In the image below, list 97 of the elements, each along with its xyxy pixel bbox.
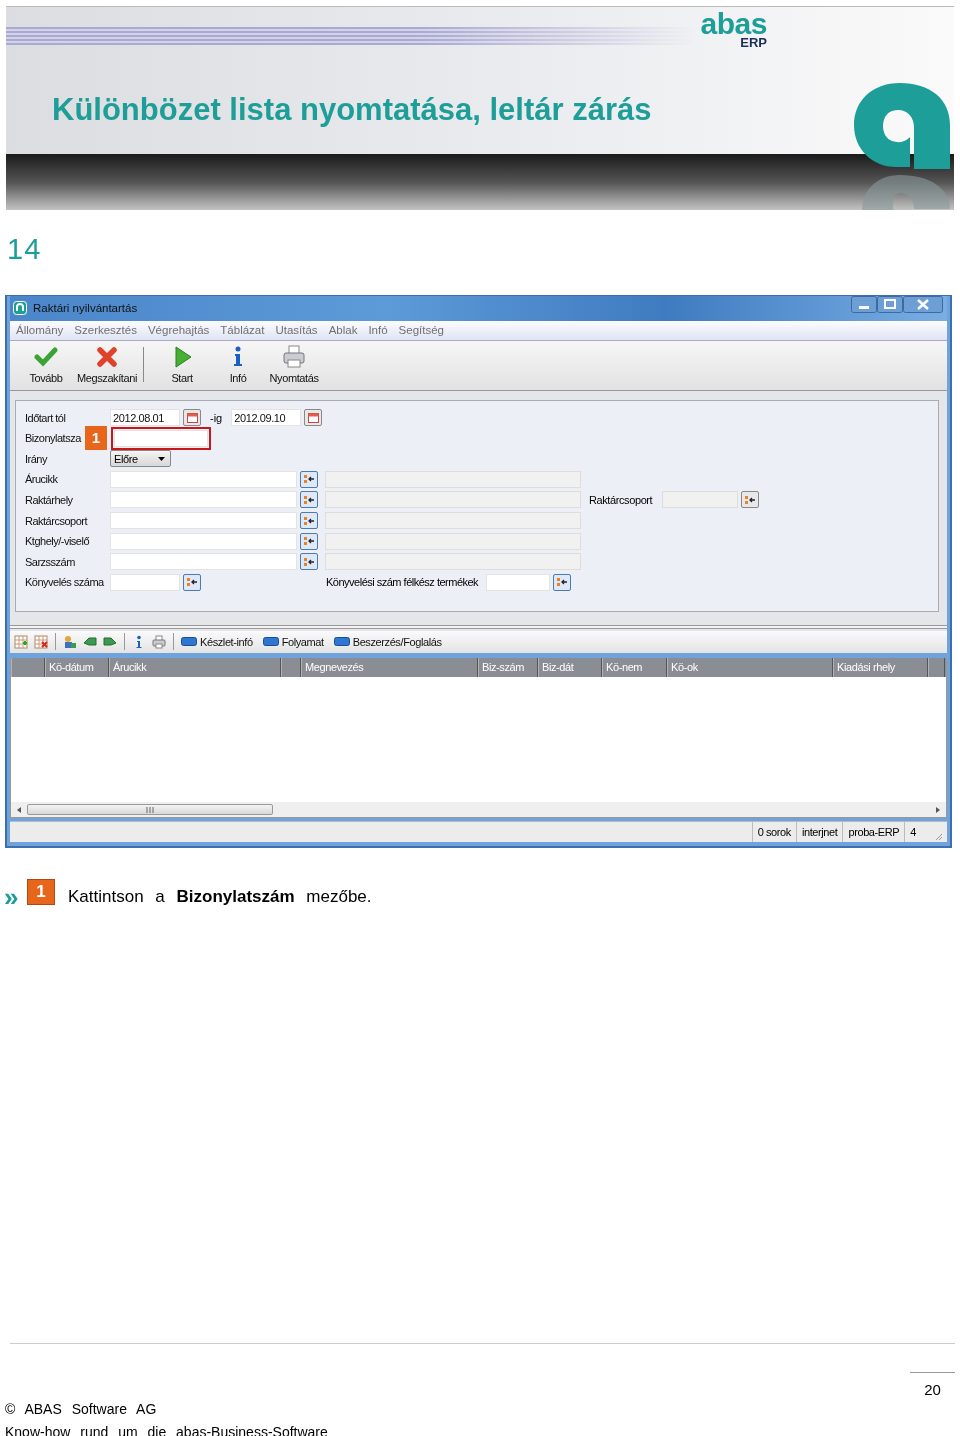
status-cell: 0 sorok bbox=[751, 822, 796, 842]
lookup-button[interactable] bbox=[553, 573, 572, 591]
list-icon bbox=[303, 515, 315, 526]
text-field[interactable] bbox=[110, 512, 297, 530]
field-label: Könyvelési szám félkész termékek bbox=[326, 576, 479, 589]
status-cell: 4 bbox=[904, 822, 921, 842]
check-icon bbox=[34, 344, 58, 369]
field-label: Ktghely/-viselő bbox=[25, 535, 90, 548]
resize-grip-icon bbox=[933, 831, 943, 841]
lookup-button[interactable] bbox=[300, 470, 318, 488]
toolbar-button[interactable]: Készlet-infó bbox=[181, 635, 253, 648]
window-title: Raktári nyilvántartás bbox=[33, 302, 138, 315]
list-icon bbox=[556, 577, 568, 588]
field-label: Bizonylatsza bbox=[25, 432, 81, 445]
toolbar-button[interactable]: Infó bbox=[210, 340, 266, 391]
minimize-button[interactable] bbox=[851, 296, 877, 313]
cross-icon bbox=[95, 344, 119, 369]
menu-item[interactable]: Végrehajtás bbox=[147, 324, 210, 337]
field-label: Könyvelés száma bbox=[25, 576, 104, 589]
grip-icon bbox=[146, 806, 154, 813]
field-label: Raktárcsoport bbox=[589, 493, 653, 506]
menu-item[interactable]: Infó bbox=[368, 324, 388, 337]
field-label: Időtart tól bbox=[25, 411, 66, 424]
field-label: Raktárcsoport bbox=[25, 514, 87, 527]
calendar-icon bbox=[307, 412, 319, 423]
page-number: 20 bbox=[910, 1372, 955, 1398]
button-icon bbox=[181, 637, 197, 647]
text-field[interactable] bbox=[110, 573, 180, 591]
calendar-icon bbox=[186, 412, 198, 423]
list-icon bbox=[303, 494, 315, 505]
section-number: 14 bbox=[7, 232, 43, 266]
status-cell: proba-ERP bbox=[842, 822, 905, 842]
list-icon bbox=[303, 536, 315, 547]
printer-icon bbox=[282, 344, 306, 369]
printer-icon[interactable] bbox=[152, 634, 166, 649]
step-badge: 1 bbox=[27, 879, 55, 905]
lookup-button[interactable] bbox=[183, 573, 201, 591]
button-icon bbox=[262, 637, 279, 647]
toolbar-button[interactable]: Tovább bbox=[18, 340, 74, 391]
right-arrow-icon[interactable] bbox=[934, 805, 942, 814]
menu-item[interactable]: Szerkesztés bbox=[74, 324, 137, 337]
logo: abas ERP bbox=[699, 9, 767, 49]
lookup-button[interactable] bbox=[741, 491, 760, 509]
calendar-button[interactable] bbox=[304, 409, 323, 427]
dropdown[interactable]: Előre bbox=[110, 450, 171, 468]
page-title: Különbözet lista nyomtatása, leltár zárás bbox=[52, 92, 652, 128]
text-field[interactable] bbox=[110, 532, 297, 550]
logo-icon bbox=[852, 81, 952, 210]
field-label: Irány bbox=[25, 452, 47, 465]
lookup-button[interactable] bbox=[300, 553, 318, 571]
list-icon bbox=[186, 577, 198, 588]
date-field[interactable]: 2012.09.10 bbox=[231, 409, 302, 427]
text-field[interactable] bbox=[110, 470, 297, 488]
close-button[interactable] bbox=[903, 296, 943, 313]
lookup-button[interactable] bbox=[300, 532, 318, 550]
toolbar-button[interactable]: Start bbox=[154, 340, 210, 391]
menu-item[interactable]: Ablak bbox=[328, 324, 358, 337]
caret-icon bbox=[158, 456, 165, 461]
field-label: -ig bbox=[210, 411, 223, 424]
instruction-text: Kattintson a Bizonylatszám mezőbe. bbox=[68, 887, 372, 907]
button-icon bbox=[333, 637, 350, 647]
date-field[interactable]: 2012.08.01 bbox=[110, 409, 180, 427]
list-icon bbox=[303, 474, 315, 485]
people-icon[interactable] bbox=[63, 634, 77, 649]
toolbar-button[interactable]: Megszakítani bbox=[74, 340, 140, 391]
lookup-button[interactable] bbox=[300, 491, 318, 509]
toolbar-button[interactable]: Folyamat bbox=[262, 635, 324, 648]
scroll-thumb[interactable] bbox=[27, 804, 273, 816]
list-icon bbox=[303, 556, 315, 567]
menu-item[interactable]: Utasítás bbox=[275, 324, 318, 337]
step-badge: 1 bbox=[85, 425, 107, 450]
tag-icon[interactable] bbox=[103, 634, 117, 649]
toolbar-button[interactable]: Nyomtatás bbox=[266, 340, 322, 391]
field-label: Árucikk bbox=[25, 473, 58, 486]
text-field[interactable] bbox=[486, 573, 551, 591]
splitter[interactable] bbox=[10, 622, 947, 631]
toolbar-button[interactable]: Beszerzés/Foglalás bbox=[333, 635, 442, 648]
menu-item[interactable]: Táblázat bbox=[220, 324, 265, 337]
table-add-icon[interactable] bbox=[14, 634, 28, 649]
field-label: Raktárhely bbox=[25, 493, 73, 506]
list-icon bbox=[744, 494, 756, 505]
tag-icon[interactable] bbox=[83, 634, 97, 649]
bullet-mark: » bbox=[3, 884, 20, 910]
text-field[interactable] bbox=[114, 429, 208, 447]
app-icon bbox=[13, 301, 27, 316]
text-field[interactable] bbox=[110, 491, 297, 509]
text-field[interactable] bbox=[110, 553, 297, 571]
status-cell: interjnet bbox=[795, 822, 843, 842]
calendar-button[interactable] bbox=[183, 409, 201, 427]
lookup-button[interactable] bbox=[300, 512, 318, 530]
field-label: Sarzsszám bbox=[25, 555, 75, 568]
menu-item[interactable]: Állomány bbox=[16, 324, 64, 337]
table-delete-icon[interactable] bbox=[34, 634, 48, 649]
left-arrow-icon[interactable] bbox=[15, 805, 23, 814]
menu-item[interactable]: Segítség bbox=[398, 324, 444, 337]
copyright-text: © ABAS Software AG bbox=[5, 1400, 158, 1419]
maximize-button[interactable] bbox=[877, 296, 903, 313]
